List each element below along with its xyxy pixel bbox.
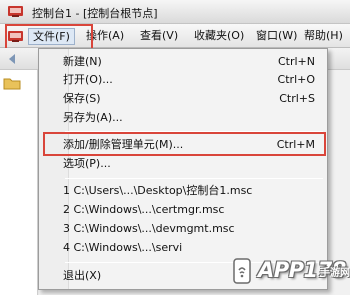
menu-item-label: 另存为(A)...	[63, 111, 123, 124]
menu-view[interactable]: 查看(V)	[136, 28, 182, 45]
menu-item-open[interactable]: 打开(O)... Ctrl+O	[61, 71, 323, 89]
annotation-frame-add-remove-snapin	[43, 132, 326, 156]
menu-item-save[interactable]: 保存(S) Ctrl+S	[61, 90, 323, 108]
menu-item-recent-2[interactable]: 2 C:\Windows\...\certmgr.msc	[61, 201, 323, 219]
menu-item-recent-1[interactable]: 1 C:\Users\...\Desktop\控制台1.msc	[61, 182, 323, 200]
phone-logo-icon	[233, 258, 251, 284]
menu-item-shortcut: Ctrl+S	[279, 92, 315, 105]
menu-item-options[interactable]: 选项(P)...	[61, 155, 323, 173]
menu-item-label: 保存(S)	[63, 92, 101, 105]
mmc-console-icon	[8, 6, 23, 17]
annotation-frame-file-menu	[5, 24, 93, 50]
watermark: APP178 手游网	[228, 250, 350, 294]
title-bar: 控制台1 - [控制台根节点]	[0, 0, 350, 24]
menu-item-label: 1 C:\Users\...\Desktop\控制台1.msc	[63, 184, 253, 197]
menu-item-new[interactable]: 新建(N) Ctrl+N	[61, 53, 323, 71]
menu-item-label: 4 C:\Windows\...\servi	[63, 241, 183, 254]
menu-item-label: 选项(P)...	[63, 157, 111, 170]
menu-item-label: 2 C:\Windows\...\certmgr.msc	[63, 203, 225, 216]
menu-help[interactable]: 帮助(H)	[300, 28, 347, 45]
menu-item-shortcut: Ctrl+O	[277, 73, 315, 86]
menu-separator	[65, 178, 323, 179]
watermark-sub: 手游网	[320, 268, 350, 279]
menu-item-label: 打开(O)...	[63, 73, 113, 86]
window-title: 控制台1 - [控制台根节点]	[32, 7, 158, 20]
menu-item-shortcut: Ctrl+N	[277, 55, 315, 68]
menu-item-label: 3 C:\Windows\...\devmgmt.msc	[63, 222, 235, 235]
back-arrow-icon[interactable]	[6, 52, 20, 66]
menu-favorites[interactable]: 收藏夹(O)	[190, 28, 248, 45]
menu-item-label: 退出(X)	[63, 269, 102, 282]
tree-pane	[0, 70, 38, 295]
menu-window[interactable]: 窗口(W)	[252, 28, 301, 45]
folder-icon[interactable]	[3, 76, 21, 90]
menu-item-label: 新建(N)	[63, 55, 102, 68]
menu-item-save-as[interactable]: 另存为(A)...	[61, 109, 323, 127]
menu-item-recent-3[interactable]: 3 C:\Windows\...\devmgmt.msc	[61, 220, 323, 238]
